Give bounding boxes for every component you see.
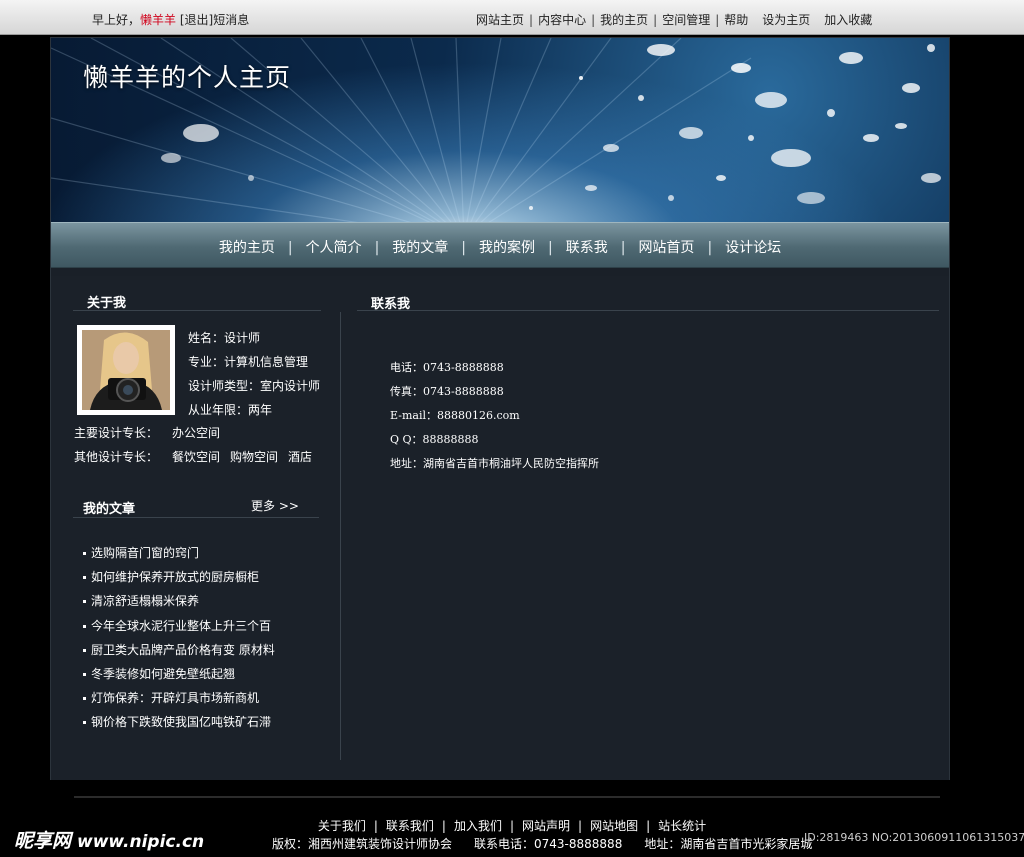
- about-title: 关于我: [87, 296, 127, 311]
- toplink-site-home[interactable]: 网站主页: [476, 13, 524, 27]
- toplink-help[interactable]: 帮助: [724, 13, 748, 27]
- bullet-icon: [83, 648, 86, 652]
- bullet-icon: [83, 552, 86, 555]
- article-item[interactable]: 冬季装修如何避免壁纸起翘: [83, 662, 275, 686]
- main-specialty-label: 主要设计专长：: [74, 426, 159, 440]
- bullet-icon: [83, 673, 86, 677]
- set-home-link[interactable]: 设为主页: [762, 13, 810, 27]
- footer-stats[interactable]: 站长统计: [658, 819, 706, 833]
- add-favorite-link[interactable]: 加入收藏: [824, 13, 872, 27]
- nav-profile[interactable]: 个人简介: [306, 240, 362, 256]
- main-specialty-value: 办公空间: [172, 426, 221, 440]
- about-divider: [73, 310, 321, 311]
- article-item[interactable]: 今年全球水泥行业整体上升三个百: [83, 614, 275, 638]
- footer-join-us[interactable]: 加入我们: [454, 819, 502, 833]
- contact-qq: Q Q：88888888: [390, 433, 479, 446]
- top-links: 网站主页 | 内容中心 | 我的主页 | 空间管理 | 帮助 设为主页 加入收藏: [476, 13, 873, 27]
- other-specialty: 其他设计专长： 餐饮空间 购物空间 酒店: [74, 448, 322, 465]
- other-specialty-value: 餐饮空间: [172, 450, 221, 464]
- header-banner: 懒羊羊的个人主页: [51, 38, 949, 222]
- nav-my-home[interactable]: 我的主页: [219, 240, 275, 256]
- article-item[interactable]: 钢价格下跌致使我国亿吨铁矿石滞: [83, 710, 275, 734]
- articles-divider: [73, 517, 319, 518]
- watermark-id: ID:2819463 NO:20130609110613150377: [804, 831, 1024, 844]
- nav-my-cases[interactable]: 我的案例: [479, 240, 535, 256]
- watermark: 昵享网 www.nipic.cn: [14, 826, 204, 853]
- footer-phone: 联系电话：0743-8888888: [474, 837, 623, 851]
- footer-address: 地址：湖南省吉首市光彩家居城: [644, 837, 813, 851]
- footer-disclaimer[interactable]: 网站声明: [522, 819, 570, 833]
- nav-design-forum[interactable]: 设计论坛: [725, 240, 781, 256]
- nav-contact[interactable]: 联系我: [566, 240, 608, 256]
- footer-sitemap[interactable]: 网站地图: [590, 819, 638, 833]
- bullet-icon: [83, 721, 86, 725]
- toplink-my-home[interactable]: 我的主页: [600, 13, 648, 27]
- article-list: 选购隔音门窗的窍门 如何维护保养开放式的厨房橱柜 清凉舒适榻榻米保养 今年全球水…: [83, 541, 275, 735]
- toplink-space-manage[interactable]: 空间管理: [662, 13, 710, 27]
- contact-phone: 电话：0743-8888888: [390, 361, 504, 374]
- contact-divider: [357, 310, 939, 311]
- article-item[interactable]: 厨卫类大品牌产品价格有变 原材料: [83, 638, 275, 662]
- user-greeting: 早上好，懒羊羊 [退出]短消息: [92, 11, 249, 28]
- main-frame: 懒羊羊的个人主页 我的主页 | 个人简介 | 我的文章 | 我的案例 | 联系我 | 网站首页 | 设计…: [50, 37, 950, 780]
- other-specialty-value: 购物空间: [230, 450, 279, 464]
- designer-info: 姓名：设计师 专业：计算机信息管理 设计师类型：室内设计师 从业年限：两年: [188, 326, 320, 422]
- info-name: 姓名：设计师: [188, 331, 261, 345]
- content-area: 关于我 姓名：设计师 专业：计算机信息管理 设计师类型：室内设计师 从业年限：两…: [51, 276, 949, 780]
- contact-fax: 传真：0743-8888888: [390, 385, 504, 398]
- username-link[interactable]: 懒羊羊: [140, 13, 176, 27]
- avatar: [77, 325, 175, 415]
- site-title: 懒羊羊的个人主页: [83, 63, 292, 92]
- contact-email: E-mail：88880126.com: [390, 409, 520, 422]
- bullet-icon: [83, 600, 86, 604]
- toplink-content-center[interactable]: 内容中心: [538, 13, 586, 27]
- other-specialty-label: 其他设计专长：: [74, 450, 159, 464]
- contact-address: 地址：湖南省吉首市桐油坪人民防空指挥所: [390, 457, 599, 470]
- watermark-url: www.nipic.cn: [77, 832, 205, 852]
- logout-link[interactable]: [退出]: [180, 13, 213, 27]
- info-designer-type: 设计师类型：室内设计师: [188, 379, 321, 393]
- footer-info: 版权：湘西州建筑装饰设计师协会 联系电话：0743-8888888 地址：湖南省吉首…: [272, 835, 834, 852]
- main-nav: 我的主页 | 个人简介 | 我的文章 | 我的案例 | 联系我 | 网站首页 | 设计论坛: [51, 222, 949, 268]
- messages-link[interactable]: 短消息: [213, 13, 249, 27]
- top-bar: 早上好，懒羊羊 [退出]短消息 网站主页 | 内容中心 | 我的主页 | 空间管理 | 帮助 设为…: [0, 0, 1024, 35]
- contact-info: 电话：0743-8888888 传真：0743-8888888 E-mail：8…: [390, 356, 599, 476]
- nav-site-home[interactable]: 网站首页: [638, 240, 694, 256]
- nav-my-articles[interactable]: 我的文章: [392, 240, 448, 256]
- bullet-icon: [83, 697, 86, 701]
- article-item[interactable]: 灯饰保养：开辟灯具市场新商机: [83, 686, 275, 710]
- info-major: 专业：计算机信息管理: [188, 355, 309, 369]
- info-years: 从业年限：两年: [188, 403, 273, 417]
- article-item[interactable]: 选购隔音门窗的窍门: [83, 541, 275, 565]
- main-specialty: 主要设计专长： 办公空间: [74, 424, 230, 441]
- photographer-portrait: [82, 330, 170, 410]
- greeting-text: 早上好，: [92, 13, 141, 27]
- footer-contact-us[interactable]: 联系我们: [386, 819, 434, 833]
- bullet-icon: [83, 624, 86, 628]
- article-item[interactable]: 清凉舒适榻榻米保养: [83, 589, 275, 613]
- article-item[interactable]: 如何维护保养开放式的厨房橱柜: [83, 565, 275, 589]
- footer-about-us[interactable]: 关于我们: [318, 819, 366, 833]
- column-divider: [340, 312, 341, 760]
- articles-title: 我的文章: [83, 502, 136, 517]
- footer-divider: [74, 796, 940, 798]
- watermark-logo: 昵享网: [14, 830, 72, 852]
- other-specialty-value: 酒店: [288, 450, 313, 464]
- more-articles-link[interactable]: 更多 >>: [251, 497, 299, 514]
- bullet-icon: [83, 576, 86, 580]
- footer-copyright: 版权：湘西州建筑装饰设计师协会: [272, 837, 453, 851]
